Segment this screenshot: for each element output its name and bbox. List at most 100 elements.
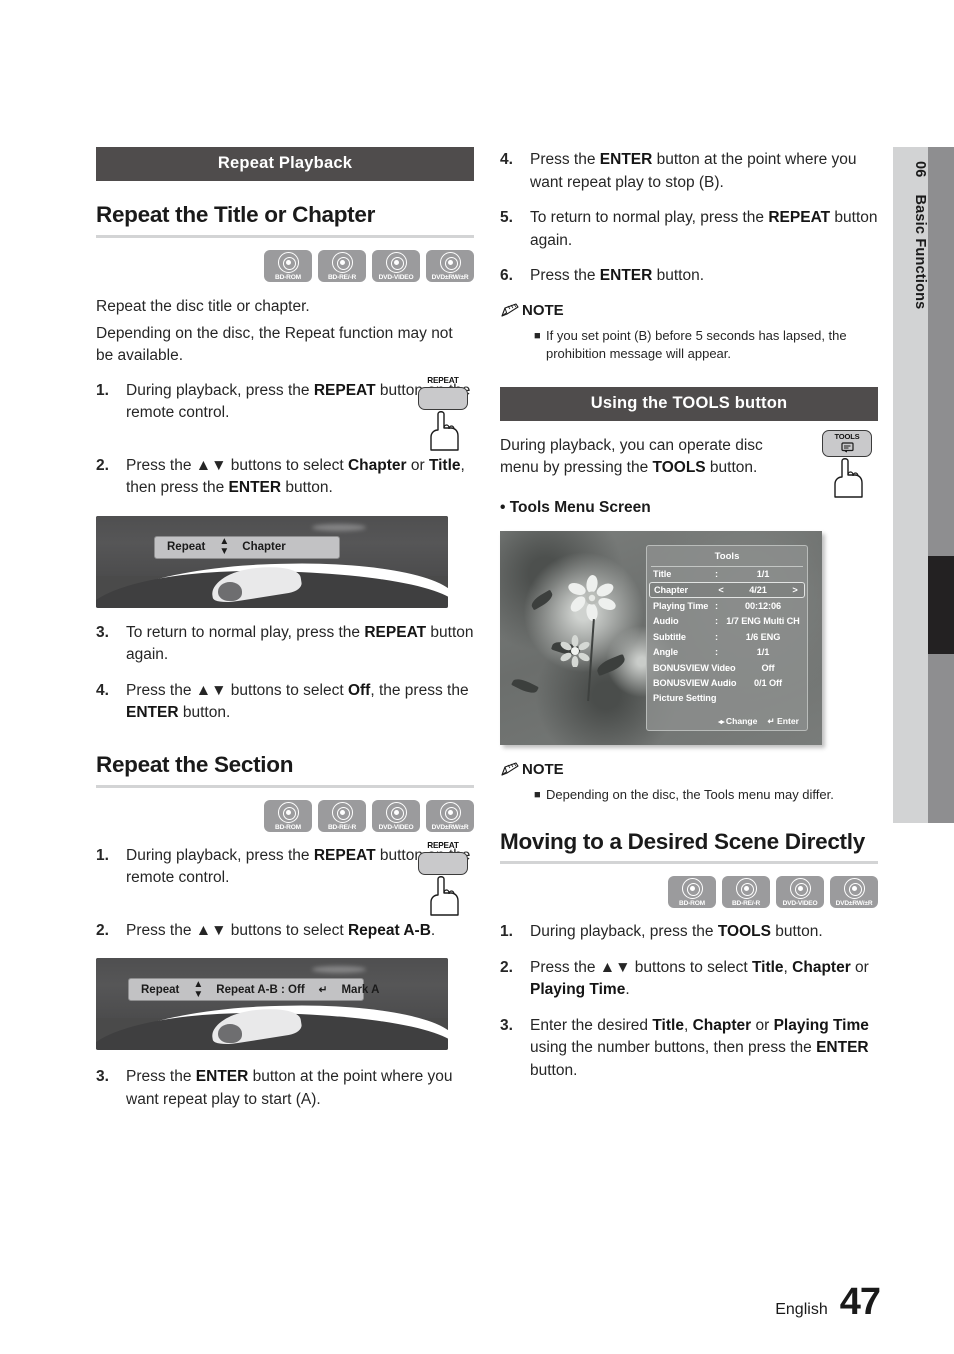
step-number: 2.: [500, 958, 513, 976]
osd-screenshot-repeat-chapter: Repeat ▲ ▼ Chapter: [96, 515, 448, 608]
square-bullet-icon: ■: [534, 329, 541, 342]
step-text: Press the ▲▼ buttons to select Repeat A-…: [126, 921, 436, 939]
tools-row-angle[interactable]: Angle : 1/1: [647, 645, 807, 660]
step-item: 5. To return to normal play, press the R…: [500, 207, 878, 252]
enter-label: Enter: [777, 715, 799, 726]
row-colon: :: [725, 662, 728, 673]
tools-row-bonusview-video[interactable]: BONUSVIEW Video : Off: [647, 660, 807, 675]
disc-icon: [277, 251, 299, 273]
tools-row-title[interactable]: Title : 1/1: [647, 567, 807, 582]
step-text: During playback, press the TOOLS button.: [530, 923, 823, 941]
step-text: To return to normal play, press the REPE…: [126, 623, 474, 664]
note-title: NOTE: [522, 301, 564, 319]
remote-key-label: TOOLS: [834, 431, 860, 441]
row-colon: :: [715, 601, 718, 612]
left-arrow-icon[interactable]: <: [716, 585, 726, 595]
step-text: Press the ▲▼ buttons to select Off, the …: [126, 681, 469, 722]
disc-badge-label: DVD-VIDEO: [378, 273, 414, 281]
heading-repeat-title-or-chapter: Repeat the Title or Chapter: [96, 202, 376, 227]
row-value: 0/1 Off: [754, 678, 782, 689]
note-header: NOTE: [500, 302, 878, 322]
tools-row-subtitle[interactable]: Subtitle : 1/6 ENG: [647, 629, 807, 644]
row-key: BONUSVIEW Audio: [653, 678, 737, 689]
row-colon: :: [715, 569, 718, 580]
disc-icon: [843, 878, 865, 900]
heading-rule: [96, 234, 474, 238]
osd-repeat-value: Chapter: [242, 541, 286, 554]
remote-callout-tools: TOOLS: [818, 429, 876, 504]
step-text: Press the ▲▼ buttons to select Chapter o…: [126, 456, 465, 497]
disc-badge-label: BD-RE/-R: [327, 273, 357, 281]
disc-badge-label: BD-RE/-R: [327, 823, 357, 831]
tools-row-chapter-selected[interactable]: Chapter < 4/21 >: [649, 581, 805, 599]
enter-hint: ↵ Enter: [767, 716, 799, 727]
small-flower-illustration: [560, 634, 590, 667]
row-key: Title: [653, 569, 672, 580]
disc-badge-dvd-video: DVD-VIDEO: [372, 799, 420, 832]
osd-repeat-bar[interactable]: Repeat ▲ ▼ Chapter: [154, 535, 340, 559]
chapter-tab-label: 06 Basic Functions: [893, 147, 928, 823]
heading-moving-to-desired-scene: Moving to a Desired Scene Directly: [500, 828, 865, 854]
row-value: 00:12:06: [745, 601, 781, 612]
step-text: Press the ENTER button at the point wher…: [126, 1068, 453, 1108]
osd-hill-shadow: [218, 581, 242, 601]
disc-badge-bd-re-r: BD-RE/-R: [318, 249, 366, 282]
left-right-arrow-icon: ◂▸: [718, 716, 725, 726]
intro-line-2: Depending on the disc, the Repeat functi…: [96, 324, 453, 364]
disc-badge-label: DVD-VIDEO: [378, 823, 414, 831]
pointing-hand-icon: [430, 410, 459, 451]
step-text: Press the ENTER button.: [530, 267, 705, 284]
remote-callout-repeat-1: REPEAT: [414, 376, 472, 457]
row-key: Chapter: [654, 585, 689, 596]
tools-row-bonusview-audio[interactable]: BONUSVIEW Audio : 0/1 Off: [647, 675, 807, 690]
disc-badge-bd-re-r: BD-RE/-R: [318, 799, 366, 832]
remote-key-label: REPEAT: [427, 840, 459, 850]
row-value: 1/1: [756, 569, 770, 580]
remote-key-tools[interactable]: TOOLS: [822, 429, 872, 457]
right-arrow-icon[interactable]: >: [790, 585, 800, 595]
row-value: 1/1: [756, 647, 770, 658]
row-colon: :: [715, 631, 718, 642]
disc-icon: [789, 878, 811, 900]
disc-badge-bd-rom: BD-ROM: [264, 249, 312, 282]
row-colon: :: [725, 678, 728, 689]
step-text: Press the ENTER button at the point wher…: [530, 151, 857, 191]
disc-badge-dvd-rw-r: DVD±RW/±R: [426, 799, 474, 832]
heading-repeat-the-section: Repeat the Section: [96, 751, 294, 777]
flower-illustration: [568, 574, 616, 621]
step-item: 3. Press the ENTER button at the point w…: [96, 1066, 474, 1111]
row-value: 4/21: [749, 585, 767, 596]
row-colon: :: [715, 647, 718, 658]
tools-menu-screenshot: Tools Title : 1/1 Chapter < 4/21 > Playi…: [500, 530, 822, 745]
row-colon: :: [715, 616, 718, 627]
osd-repeat-ab-bar[interactable]: Repeat ▲ ▼ Repeat A-B : Off ↵ Mark A: [128, 978, 379, 1001]
chapter-name: Basic Functions: [912, 194, 928, 310]
tools-row-audio[interactable]: Audio : 1/7 ENG Multi CH: [647, 614, 807, 629]
step-number: 3.: [500, 1016, 513, 1034]
osd-repeat-label: Repeat: [167, 541, 206, 554]
tools-panel-title: Tools: [714, 550, 740, 562]
row-value: Off: [761, 662, 775, 673]
step-number: 4.: [500, 151, 513, 168]
disc-icon: [439, 801, 461, 823]
disc-badge-label: DVD-VIDEO: [782, 900, 818, 908]
disc-badge-label: DVD±RW/±R: [835, 900, 873, 908]
note-item-text: If you set point (B) before 5 seconds ha…: [546, 327, 847, 361]
row-key: BONUSVIEW Video: [653, 662, 736, 673]
disc-badge-bd-rom: BD-ROM: [264, 799, 312, 832]
disc-badge-label: DVD±RW/±R: [431, 273, 469, 281]
disc-icon: [735, 878, 757, 900]
pointing-hand-icon: [834, 457, 863, 498]
footer-page-number: 47: [839, 1281, 881, 1323]
step-item: 2. Press the ▲▼ buttons to select Repeat…: [96, 920, 474, 943]
tools-row-picture-setting[interactable]: Picture Setting: [647, 691, 807, 706]
step-number: 1.: [500, 923, 513, 941]
step-item: 1. During playback, press the TOOLS butt…: [500, 921, 878, 944]
disc-icon: [331, 801, 353, 823]
row-value: 1/6 ENG: [745, 631, 781, 642]
section-bar-repeat-playback: Repeat Playback: [96, 147, 474, 181]
note-block-1: NOTE ■ If you set point (B) before 5 sec…: [500, 302, 878, 363]
row-key: Subtitle: [653, 631, 686, 642]
tools-row-playing-time[interactable]: Playing Time : 00:12:06: [647, 598, 807, 613]
manual-page: 06 Basic Functions Repeat Playback Repea…: [0, 0, 954, 1354]
